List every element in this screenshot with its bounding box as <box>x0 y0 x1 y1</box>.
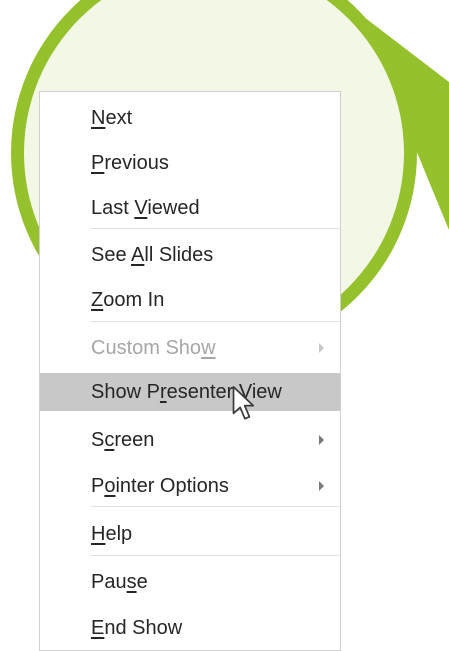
submenu-arrow-icon <box>319 343 324 353</box>
menu-item-last-viewed[interactable]: Last Viewed <box>40 189 340 227</box>
menu-separator <box>91 555 340 556</box>
menu-item-screen[interactable]: Screen <box>40 421 340 459</box>
menu-item-show-presenter-view-label: Show Presenter View <box>91 381 282 403</box>
menu-item-pointer-options-label: Pointer Options <box>91 475 229 497</box>
menu-item-screen-label: Screen <box>91 429 155 451</box>
menu-item-end-show-label: End Show <box>91 617 183 639</box>
menu-item-pause[interactable]: Pause <box>40 563 340 601</box>
menu-item-zoom-in[interactable]: Zoom In <box>40 281 340 319</box>
menu-item-next[interactable]: Next <box>40 99 340 137</box>
menu-item-next-label: Next <box>91 107 133 129</box>
menu-separator <box>91 321 340 322</box>
menu-item-end-show[interactable]: End Show <box>40 609 340 647</box>
menu-item-last-viewed-label: Last Viewed <box>91 197 200 219</box>
menu-item-see-all-slides-label: See All Slides <box>91 244 214 266</box>
menu-item-previous[interactable]: Previous <box>40 144 340 182</box>
menu-separator <box>91 228 340 229</box>
menu-item-previous-label: Previous <box>91 152 169 174</box>
menu-separator <box>91 506 340 507</box>
menu-item-pause-label: Pause <box>91 571 148 593</box>
submenu-arrow-icon <box>319 435 324 445</box>
menu-item-custom-show-label: Custom Show <box>91 337 216 359</box>
context-menu: Next Previous Last Viewed See All Slides… <box>39 91 341 651</box>
menu-item-zoom-in-label: Zoom In <box>91 289 165 311</box>
menu-item-show-presenter-view[interactable]: Show Presenter View <box>40 373 340 411</box>
menu-item-help-label: Help <box>91 523 133 545</box>
menu-item-see-all-slides[interactable]: See All Slides <box>40 236 340 274</box>
menu-item-pointer-options[interactable]: Pointer Options <box>40 467 340 505</box>
menu-item-help[interactable]: Help <box>40 515 340 553</box>
submenu-arrow-icon <box>319 481 324 491</box>
menu-item-custom-show[interactable]: Custom Show <box>40 329 340 367</box>
